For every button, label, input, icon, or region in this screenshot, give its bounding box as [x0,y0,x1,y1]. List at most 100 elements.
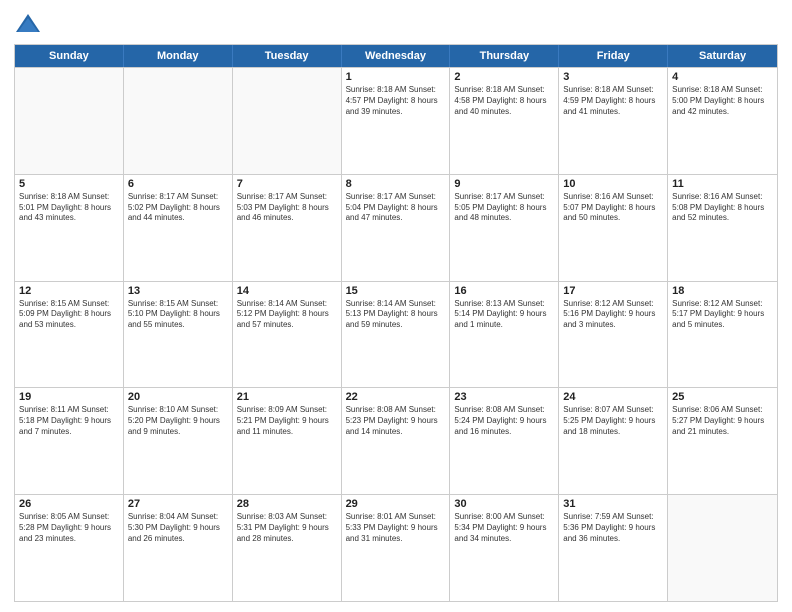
day-number: 6 [128,178,228,190]
day-number: 9 [454,178,554,190]
week-row-1: 5 Sunrise: 8:18 AM Sunset: 5:01 PM Daylig… [15,174,777,281]
day-cell-2: 2Sunrise: 8:18 AM Sunset: 4:58 PM Daylig… [450,68,559,174]
day-info: Sunrise: 8:17 AM Sunset: 5:05 PM Dayligh… [454,192,554,224]
header-day-monday: Monday [124,45,233,67]
week-row-0: 1 Sunrise: 8:18 AM Sunset: 4:57 PM Daylig… [15,67,777,174]
day-cell-4: 4 Sunrise: 8:18 AM Sunset: 5:00 PM Daylig… [668,68,777,174]
day-cell-11: 11 Sunrise: 8:16 AM Sunset: 5:08 PM Dayli… [668,175,777,281]
day-number: 31 [563,498,663,510]
day-number: 8 [346,178,446,190]
week-row-3: 19 Sunrise: 8:11 AM Sunset: 5:18 PM Dayli… [15,387,777,494]
day-cell-12: 12Sunrise: 8:15 AM Sunset: 5:09 PM Dayli… [15,282,124,388]
day-cell-10: 10 Sunrise: 8:16 AM Sunset: 5:07 PM Dayli… [559,175,668,281]
day-info: Sunrise: 8:07 AM Sunset: 5:25 PM Dayligh… [563,405,663,437]
day-number: 7 [237,178,337,190]
day-cell-14: 14 Sunrise: 8:14 AM Sunset: 5:12 PM Dayli… [233,282,342,388]
day-cell-15: 15 Sunrise: 8:14 AM Sunset: 5:13 PM Dayli… [342,282,451,388]
day-number: 24 [563,391,663,403]
header-day-sunday: Sunday [15,45,124,67]
day-cell-6: 6 Sunrise: 8:17 AM Sunset: 5:02 PM Daylig… [124,175,233,281]
day-number: 15 [346,285,446,297]
day-number: 22 [346,391,446,403]
day-info: Sunrise: 8:13 AM Sunset: 5:14 PM Dayligh… [454,299,554,331]
day-number: 23 [454,391,554,403]
day-info: Sunrise: 8:12 AM Sunset: 5:16 PM Dayligh… [563,299,663,331]
day-cell-27: 27 Sunrise: 8:04 AM Sunset: 5:30 PM Dayli… [124,495,233,601]
day-info: Sunrise: 8:17 AM Sunset: 5:02 PM Dayligh… [128,192,228,224]
page: SundayMondayTuesdayWednesdayThursdayFrid… [0,0,792,612]
day-number: 29 [346,498,446,510]
header-day-saturday: Saturday [668,45,777,67]
day-number: 11 [672,178,773,190]
logo-icon [14,10,42,38]
day-cell-17: 17 Sunrise: 8:12 AM Sunset: 5:16 PM Dayli… [559,282,668,388]
day-number: 18 [672,285,773,297]
day-info: Sunrise: 8:14 AM Sunset: 5:12 PM Dayligh… [237,299,337,331]
day-info: Sunrise: 8:16 AM Sunset: 5:08 PM Dayligh… [672,192,773,224]
day-cell-18: 18 Sunrise: 8:12 AM Sunset: 5:17 PM Dayli… [668,282,777,388]
empty-cell [233,68,342,174]
day-info: Sunrise: 8:03 AM Sunset: 5:31 PM Dayligh… [237,512,337,544]
day-info: Sunrise: 8:16 AM Sunset: 5:07 PM Dayligh… [563,192,663,224]
day-info: Sunrise: 8:06 AM Sunset: 5:27 PM Dayligh… [672,405,773,437]
calendar-body: 1 Sunrise: 8:18 AM Sunset: 4:57 PM Daylig… [15,67,777,601]
day-info: Sunrise: 8:00 AM Sunset: 5:34 PM Dayligh… [454,512,554,544]
day-number: 5 [19,178,119,190]
header [14,10,778,38]
day-info: Sunrise: 8:08 AM Sunset: 5:24 PM Dayligh… [454,405,554,437]
day-number: 30 [454,498,554,510]
day-info: Sunrise: 8:12 AM Sunset: 5:17 PM Dayligh… [672,299,773,331]
day-info: Sunrise: 8:15 AM Sunset: 5:09 PM Dayligh… [19,299,119,331]
day-number: 1 [346,71,446,83]
day-number: 25 [672,391,773,403]
day-info: Sunrise: 8:09 AM Sunset: 5:21 PM Dayligh… [237,405,337,437]
day-cell-24: 24 Sunrise: 8:07 AM Sunset: 5:25 PM Dayli… [559,388,668,494]
day-cell-30: 30 Sunrise: 8:00 AM Sunset: 5:34 PM Dayli… [450,495,559,601]
day-info: Sunrise: 8:18 AM Sunset: 4:59 PM Dayligh… [563,85,663,117]
day-info: Sunrise: 8:04 AM Sunset: 5:30 PM Dayligh… [128,512,228,544]
day-cell-20: 20Sunrise: 8:10 AM Sunset: 5:20 PM Dayli… [124,388,233,494]
day-cell-21: 21 Sunrise: 8:09 AM Sunset: 5:21 PM Dayli… [233,388,342,494]
header-day-thursday: Thursday [450,45,559,67]
day-cell-16: 16 Sunrise: 8:13 AM Sunset: 5:14 PM Dayli… [450,282,559,388]
day-info: Sunrise: 8:18 AM Sunset: 5:00 PM Dayligh… [672,85,773,117]
day-cell-7: 7Sunrise: 8:17 AM Sunset: 5:03 PM Daylig… [233,175,342,281]
day-number: 16 [454,285,554,297]
day-cell-1: 1 Sunrise: 8:18 AM Sunset: 4:57 PM Daylig… [342,68,451,174]
header-day-tuesday: Tuesday [233,45,342,67]
day-info: Sunrise: 8:01 AM Sunset: 5:33 PM Dayligh… [346,512,446,544]
day-info: Sunrise: 8:11 AM Sunset: 5:18 PM Dayligh… [19,405,119,437]
day-info: Sunrise: 8:10 AM Sunset: 5:20 PM Dayligh… [128,405,228,437]
day-number: 17 [563,285,663,297]
day-cell-31: 31Sunrise: 7:59 AM Sunset: 5:36 PM Dayli… [559,495,668,601]
day-cell-29: 29 Sunrise: 8:01 AM Sunset: 5:33 PM Dayli… [342,495,451,601]
header-day-friday: Friday [559,45,668,67]
day-info: Sunrise: 8:14 AM Sunset: 5:13 PM Dayligh… [346,299,446,331]
day-number: 14 [237,285,337,297]
day-info: Sunrise: 8:15 AM Sunset: 5:10 PM Dayligh… [128,299,228,331]
empty-cell [124,68,233,174]
day-number: 2 [454,71,554,83]
day-cell-25: 25 Sunrise: 8:06 AM Sunset: 5:27 PM Dayli… [668,388,777,494]
week-row-2: 12Sunrise: 8:15 AM Sunset: 5:09 PM Dayli… [15,281,777,388]
day-info: Sunrise: 8:18 AM Sunset: 4:57 PM Dayligh… [346,85,446,117]
day-info: Sunrise: 8:18 AM Sunset: 5:01 PM Dayligh… [19,192,119,224]
day-number: 3 [563,71,663,83]
day-number: 21 [237,391,337,403]
logo [14,10,46,38]
day-cell-8: 8Sunrise: 8:17 AM Sunset: 5:04 PM Daylig… [342,175,451,281]
day-cell-19: 19 Sunrise: 8:11 AM Sunset: 5:18 PM Dayli… [15,388,124,494]
day-number: 27 [128,498,228,510]
day-info: Sunrise: 8:08 AM Sunset: 5:23 PM Dayligh… [346,405,446,437]
day-info: Sunrise: 8:05 AM Sunset: 5:28 PM Dayligh… [19,512,119,544]
day-number: 4 [672,71,773,83]
day-number: 19 [19,391,119,403]
day-cell-28: 28Sunrise: 8:03 AM Sunset: 5:31 PM Dayli… [233,495,342,601]
day-number: 26 [19,498,119,510]
header-day-wednesday: Wednesday [342,45,451,67]
day-cell-22: 22 Sunrise: 8:08 AM Sunset: 5:23 PM Dayli… [342,388,451,494]
day-number: 10 [563,178,663,190]
week-row-4: 26 Sunrise: 8:05 AM Sunset: 5:28 PM Dayli… [15,494,777,601]
day-number: 13 [128,285,228,297]
day-cell-9: 9 Sunrise: 8:17 AM Sunset: 5:05 PM Daylig… [450,175,559,281]
